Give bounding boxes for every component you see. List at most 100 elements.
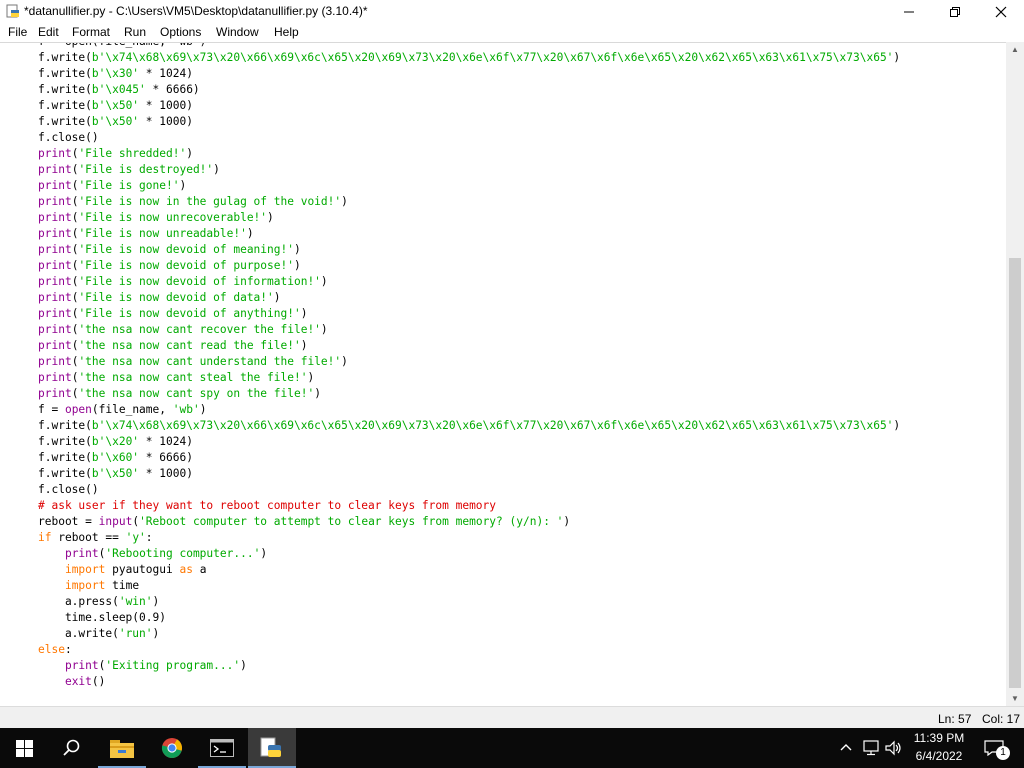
menu-format[interactable]: Format bbox=[72, 25, 110, 39]
window-title: *datanullifier.py - C:\Users\VM5\Desktop… bbox=[24, 4, 368, 18]
code-text-run: ) bbox=[260, 547, 268, 560]
code-line[interactable]: else: bbox=[38, 642, 900, 658]
code-builtin: print bbox=[38, 339, 72, 352]
code-builtin: print bbox=[64, 659, 99, 672]
scroll-down-icon[interactable]: ▼ bbox=[1011, 694, 1019, 703]
code-string: b'\x045' bbox=[91, 83, 146, 96]
code-builtin: print bbox=[38, 259, 72, 272]
scroll-up-icon[interactable]: ▲ bbox=[1011, 45, 1019, 54]
code-string: 'run' bbox=[118, 627, 153, 640]
code-line[interactable]: a.press('win') bbox=[38, 594, 900, 610]
code-line[interactable]: f.write(b'\x30' * 1024) bbox=[38, 66, 900, 82]
code-line[interactable]: print('the nsa now cant spy on the file!… bbox=[38, 386, 900, 402]
close-button[interactable] bbox=[978, 0, 1024, 24]
menu-window[interactable]: Window bbox=[216, 25, 259, 39]
code-line[interactable]: f.close() bbox=[38, 130, 900, 146]
code-line[interactable]: print('File is now in the gulag of the v… bbox=[38, 194, 900, 210]
python-idle-icon bbox=[6, 4, 19, 18]
code-line[interactable]: time.sleep(0.9) bbox=[38, 610, 900, 626]
code-line[interactable]: print('File is now devoid of anything!') bbox=[38, 306, 900, 322]
clock-date: 6/4/2022 bbox=[915, 749, 963, 763]
code-line[interactable]: reboot = input('Reboot computer to attem… bbox=[38, 514, 900, 530]
code-line[interactable]: print('the nsa now cant understand the f… bbox=[38, 354, 900, 370]
code-line[interactable]: f.write(b'\x60' * 6666) bbox=[38, 450, 900, 466]
code-line[interactable]: print('the nsa now cant read the file!') bbox=[38, 338, 900, 354]
code-line[interactable]: f.close() bbox=[38, 482, 900, 498]
code-line[interactable]: print('File is now unrecoverable!') bbox=[38, 210, 900, 226]
menu-help[interactable]: Help bbox=[274, 25, 299, 39]
code-builtin: open bbox=[64, 403, 92, 416]
code-line[interactable]: print('Exiting program...') bbox=[38, 658, 900, 674]
code-text[interactable]: f = open(file_name, 'wb')f.write(b'\x74\… bbox=[38, 43, 900, 690]
menu-options[interactable]: Options bbox=[160, 25, 201, 39]
scrollbar-thumb[interactable] bbox=[1009, 258, 1021, 688]
code-line[interactable]: a.write('run') bbox=[38, 626, 900, 642]
code-text-run bbox=[38, 547, 65, 560]
code-line[interactable]: print('the nsa now cant steal the file!'… bbox=[38, 370, 900, 386]
code-line[interactable]: print('File is now devoid of meaning!') bbox=[38, 242, 900, 258]
code-line[interactable]: import pyautogui as a bbox=[38, 562, 900, 578]
code-builtin: print bbox=[38, 355, 72, 368]
code-keyword: import bbox=[64, 579, 106, 592]
code-line[interactable]: print('File is now devoid of information… bbox=[38, 274, 900, 290]
taskbar-python-idle[interactable] bbox=[248, 728, 296, 768]
code-line[interactable]: print('the nsa now cant recover the file… bbox=[38, 322, 900, 338]
menu-edit[interactable]: Edit bbox=[38, 25, 59, 39]
chevron-up-icon bbox=[840, 744, 852, 751]
menu-file[interactable]: File bbox=[8, 25, 27, 39]
code-text-run: ) bbox=[320, 275, 328, 288]
code-keyword: else bbox=[38, 643, 65, 656]
code-line[interactable]: # ask user if they want to reboot comput… bbox=[38, 498, 900, 514]
code-builtin: print bbox=[38, 307, 72, 320]
code-text-run: a bbox=[192, 563, 207, 576]
code-text-run: f.write( bbox=[38, 451, 92, 464]
code-text-run: pyautogui bbox=[105, 563, 180, 576]
volume-icon bbox=[885, 740, 901, 756]
code-line[interactable]: print('File is now unreadable!') bbox=[38, 226, 900, 242]
code-line[interactable]: f.write(b'\x50' * 1000) bbox=[38, 114, 900, 130]
code-line[interactable]: print('File is now devoid of purpose!') bbox=[38, 258, 900, 274]
notification-center-button[interactable]: 1 bbox=[976, 728, 1022, 768]
minimize-button[interactable] bbox=[886, 0, 932, 24]
taskbar-chrome[interactable] bbox=[148, 728, 196, 768]
code-line[interactable]: f.write(b'\x74\x68\x69\x73\x20\x66\x69\x… bbox=[38, 50, 900, 66]
show-hidden-icons-button[interactable] bbox=[836, 728, 856, 768]
code-line[interactable]: f.write(b'\x20' * 1024) bbox=[38, 434, 900, 450]
volume-button[interactable] bbox=[884, 728, 904, 768]
code-editor[interactable]: f = open(file_name, 'wb')f.write(b'\x74\… bbox=[0, 42, 1006, 707]
code-string: 'File is now unrecoverable!' bbox=[78, 211, 268, 224]
code-string: b'\x74\x68\x69\x73\x20\x66\x69\x6c\x65\x… bbox=[91, 51, 894, 64]
taskbar-file-explorer[interactable] bbox=[98, 728, 146, 768]
code-line[interactable]: exit() bbox=[38, 674, 900, 690]
search-icon bbox=[63, 739, 80, 756]
code-line[interactable]: print('File is gone!') bbox=[38, 178, 900, 194]
code-line[interactable]: f = open(file_name, 'wb') bbox=[38, 402, 900, 418]
network-button[interactable] bbox=[860, 728, 882, 768]
code-text-run: ) bbox=[300, 307, 308, 320]
code-line[interactable]: f.write(b'\x74\x68\x69\x73\x20\x66\x69\x… bbox=[38, 418, 900, 434]
vertical-scrollbar[interactable]: ▲ ▼ bbox=[1006, 42, 1024, 706]
code-line[interactable]: print('File shredded!') bbox=[38, 146, 900, 162]
search-button[interactable] bbox=[48, 728, 96, 768]
code-line[interactable]: if reboot == 'y': bbox=[38, 530, 900, 546]
code-string: b'\x30' bbox=[91, 67, 140, 80]
code-text-run: f.close() bbox=[38, 131, 99, 144]
code-line[interactable]: print('File is destroyed!') bbox=[38, 162, 900, 178]
code-line[interactable]: f.write(b'\x50' * 1000) bbox=[38, 466, 900, 482]
code-line[interactable]: f.write(b'\x50' * 1000) bbox=[38, 98, 900, 114]
code-text-run: ) bbox=[186, 147, 193, 160]
code-line[interactable]: import time bbox=[38, 578, 900, 594]
clock-time: 11:39 PM bbox=[913, 731, 965, 745]
restore-button[interactable] bbox=[932, 0, 978, 24]
code-line[interactable]: f = open(file_name, 'wb') bbox=[38, 43, 900, 50]
clock[interactable]: 11:39 PM 6/4/2022 bbox=[905, 728, 973, 768]
code-line[interactable]: f.write(b'\x045' * 6666) bbox=[38, 82, 900, 98]
code-text-run: a.press( bbox=[38, 595, 119, 608]
taskbar-terminal[interactable] bbox=[198, 728, 246, 768]
code-builtin: print bbox=[38, 243, 72, 256]
start-button[interactable] bbox=[0, 728, 48, 768]
menu-run[interactable]: Run bbox=[124, 25, 146, 39]
code-text-run: ) bbox=[179, 179, 187, 192]
code-line[interactable]: print('Rebooting computer...') bbox=[38, 546, 900, 562]
code-line[interactable]: print('File is now devoid of data!') bbox=[38, 290, 900, 306]
